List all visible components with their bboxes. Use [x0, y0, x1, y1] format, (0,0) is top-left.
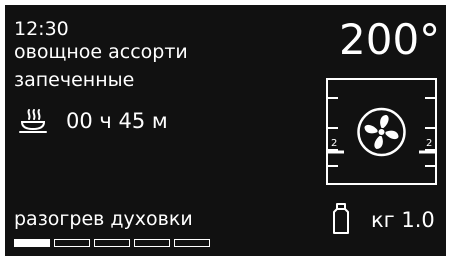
convection-fan-icon — [357, 107, 406, 157]
oven-display: 12:30 овощное ассорти запеченные 00 ч 45… — [5, 5, 446, 256]
progress-segment — [14, 239, 50, 247]
oven-cavity-icon: 2 2 — [326, 78, 437, 185]
status-text: разогрев духовки — [14, 208, 193, 230]
weight-icon — [333, 203, 349, 234]
clock-time: 12:30 — [14, 18, 69, 40]
cooking-mode[interactable]: запеченные — [14, 71, 134, 90]
shelf-level-right: 2 — [426, 138, 432, 149]
weight-value[interactable]: кг 1.0 — [371, 210, 435, 231]
program-name[interactable]: овощное ассорти — [14, 43, 188, 62]
progress-segment — [134, 239, 170, 247]
progress-segment — [174, 239, 210, 247]
temperature-value[interactable]: 200° — [339, 19, 440, 61]
preheat-progress — [14, 239, 210, 247]
steaming-dish-icon — [19, 109, 47, 133]
cooking-time[interactable]: 00 ч 45 м — [66, 111, 168, 132]
progress-segment — [54, 239, 90, 247]
progress-segment — [94, 239, 130, 247]
shelf-level-left: 2 — [331, 138, 337, 149]
